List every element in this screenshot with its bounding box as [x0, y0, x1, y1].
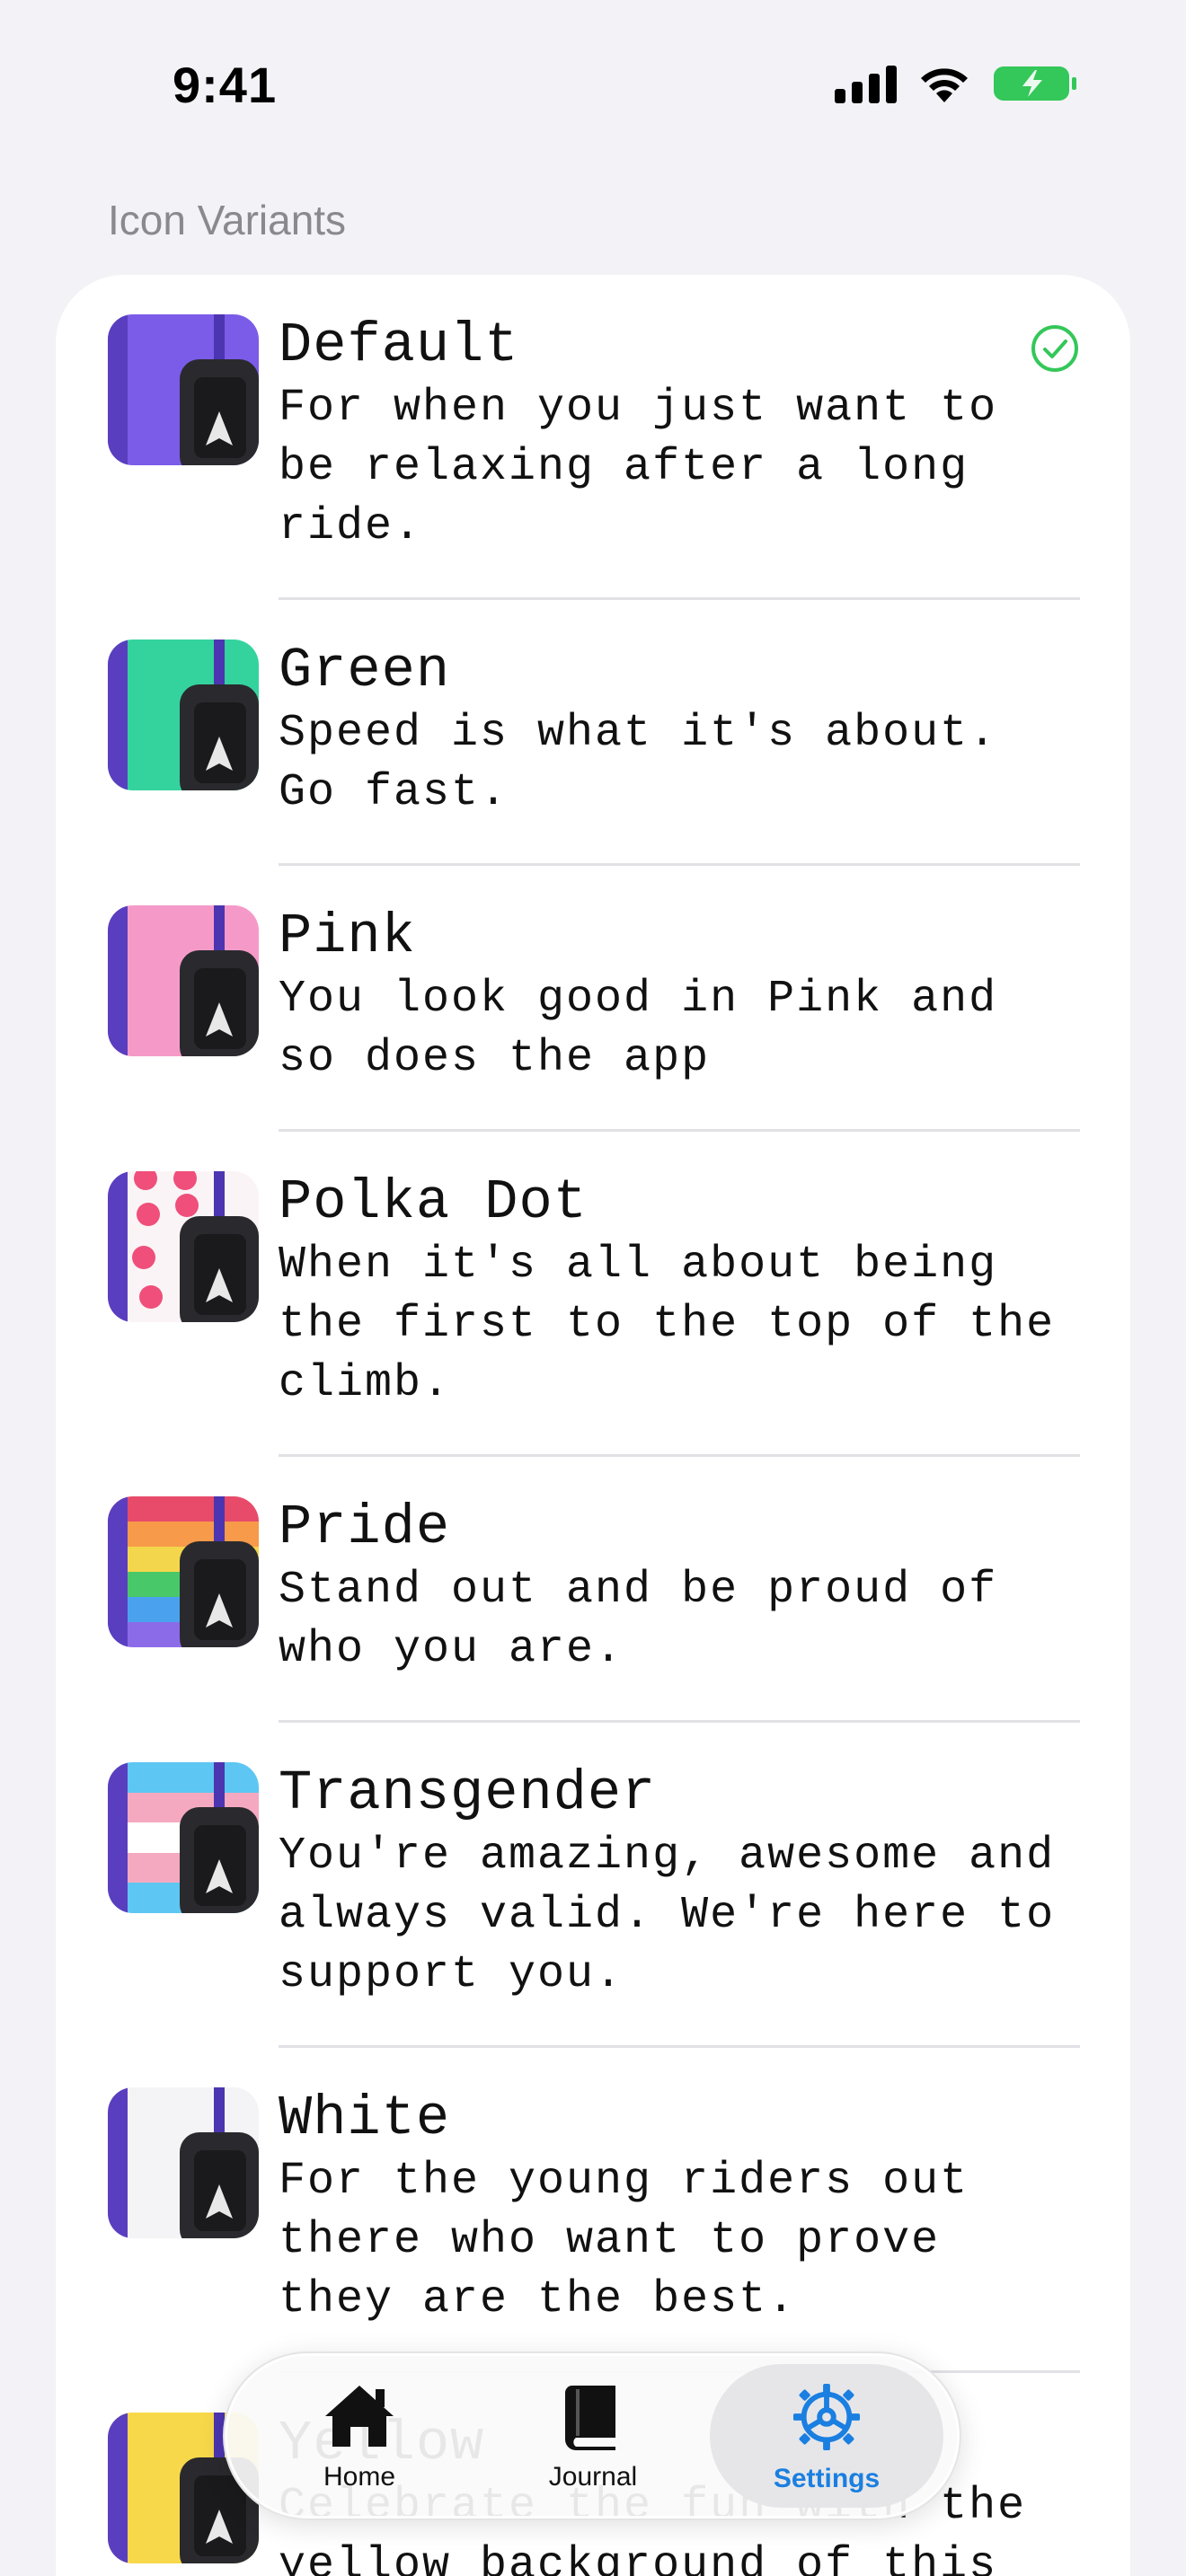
house-icon	[322, 2382, 397, 2455]
variant-row-transgender[interactable]: Transgender You're amazing, awesome and …	[108, 1723, 1132, 2048]
green-app-icon	[108, 640, 259, 790]
variant-title: Green	[279, 639, 451, 702]
variant-title: Pink	[279, 904, 416, 968]
variant-row-white[interactable]: White For the young riders out there who…	[108, 2048, 1132, 2373]
book-icon	[562, 2382, 624, 2455]
variant-description: You look good in Pink and so does the ap…	[279, 974, 998, 1084]
tab-journal[interactable]: Journal	[476, 2364, 710, 2508]
variant-description: Stand out and be proud of who you are.	[279, 1565, 998, 1675]
tab-journal-label: Journal	[548, 2462, 638, 2492]
variant-description: You're amazing, awesome and always valid…	[279, 1831, 1056, 2000]
icon-variants-list: Default For when you just want to be rel…	[56, 275, 1130, 2576]
tab-home-label: Home	[323, 2462, 396, 2492]
variant-title: Polka Dot	[279, 1170, 588, 1234]
status-icons	[835, 63, 1078, 104]
checkmark-circle-icon	[1030, 323, 1080, 374]
variant-title: White	[279, 2086, 451, 2150]
tab-settings[interactable]: Settings	[710, 2364, 943, 2508]
variant-row-green[interactable]: Green Speed is what it's about. Go fast.	[108, 600, 1132, 866]
variant-row-polka-dot[interactable]: Polka Dot When it's all about being the …	[108, 1132, 1132, 1457]
variant-title: Transgender	[279, 1761, 657, 1825]
pink-app-icon	[108, 905, 259, 1056]
polka-dot-app-icon	[108, 1171, 259, 1322]
tab-settings-label: Settings	[773, 2464, 881, 2493]
variant-row-pride[interactable]: Pride Stand out and be proud of who you …	[108, 1457, 1132, 1723]
default-app-icon	[108, 314, 259, 465]
status-bar: 9:41	[0, 0, 1186, 171]
variant-row-default[interactable]: Default For when you just want to be rel…	[108, 275, 1132, 600]
variant-title: Pride	[279, 1495, 451, 1559]
battery-charging-icon	[992, 63, 1078, 104]
cellular-signal-icon	[835, 64, 897, 103]
variant-description: For when you just want to be relaxing af…	[279, 383, 998, 552]
white-app-icon	[108, 2087, 259, 2238]
tab-bar: Home Journal Settings	[223, 2351, 961, 2520]
variant-description: When it's all about being the first to t…	[279, 1239, 1056, 1409]
section-header: Icon Variants	[108, 197, 347, 243]
wifi-icon	[916, 63, 972, 104]
variant-row-pink[interactable]: Pink You look good in Pink and so does t…	[108, 866, 1132, 1132]
variant-description: For the young riders out there who want …	[279, 2156, 969, 2325]
gear-icon	[791, 2382, 863, 2457]
variant-title: Default	[279, 313, 519, 377]
transgender-app-icon	[108, 1762, 259, 1913]
pride-app-icon	[108, 1496, 259, 1647]
tab-home[interactable]: Home	[243, 2364, 476, 2508]
variant-description: Speed is what it's about. Go fast.	[279, 708, 998, 818]
status-time: 9:41	[173, 57, 278, 113]
